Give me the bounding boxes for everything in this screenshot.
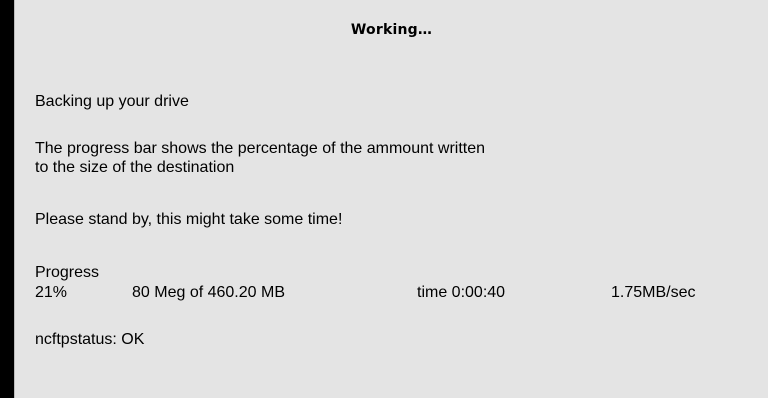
elapsed-time: time 0:00:40 (417, 284, 506, 301)
progress-amount: 80 Meg of 460.20 MB (132, 284, 285, 301)
progress-label: Progress (35, 264, 100, 281)
description-line-1: The progress bar shows the percentage of… (35, 140, 486, 157)
dialog-title: Working… (350, 22, 433, 38)
progress-dialog: Working… Backing up your drive The progr… (14, 0, 768, 398)
transfer-rate: 1.75MB/sec (611, 284, 696, 301)
progress-percent: 21% (35, 284, 68, 301)
description-line-2: to the size of the destination (35, 159, 235, 176)
ncftp-status: ncftpstatus: OK (35, 331, 145, 348)
standby-message: Please stand by, this might take some ti… (35, 211, 343, 228)
backup-message: Backing up your drive (35, 93, 189, 110)
